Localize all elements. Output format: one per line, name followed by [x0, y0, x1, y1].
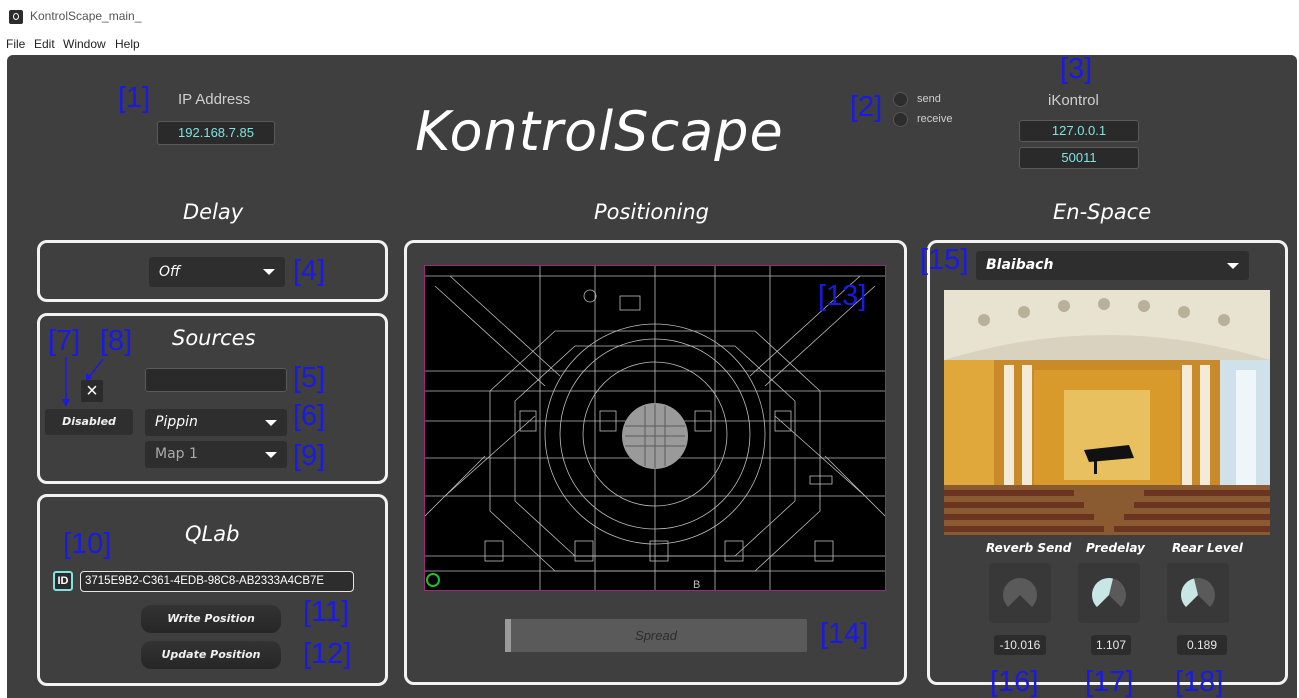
delay-selected: Off — [159, 264, 181, 280]
ip-address-label: IP Address — [178, 91, 251, 108]
close-icon[interactable]: × — [81, 380, 103, 402]
annotation-9: [9] — [293, 440, 326, 472]
disabled-toggle-button[interactable]: Disabled — [45, 409, 133, 435]
annotation-15: [15] — [920, 244, 969, 276]
map-selected: Map 1 — [155, 446, 198, 462]
annotation-5: [5] — [293, 362, 326, 394]
chevron-down-icon — [265, 451, 277, 458]
annotation-13: [13] — [818, 280, 867, 312]
ikontrol-label: iKontrol — [1048, 92, 1099, 109]
menu-window[interactable]: Window — [63, 37, 106, 51]
floor-plan-canvas[interactable]: B — [424, 265, 886, 591]
title-bar: KontrolScape_main_ — [0, 0, 1299, 32]
annotation-17: [17] — [1085, 666, 1134, 698]
ikontrol-ip-field[interactable]: 127.0.0.1 — [1019, 120, 1139, 142]
annotation-10: [10] — [63, 528, 112, 560]
rear-level-knob[interactable] — [1167, 563, 1229, 623]
space-selected: Blaibach — [986, 257, 1054, 273]
annotation-8: [8] — [100, 325, 133, 357]
menu-bar: File Edit Window Help — [0, 34, 1299, 54]
floor-plan-drawing: B — [425, 266, 885, 590]
annotation-1: [1] — [118, 82, 151, 114]
spread-label: Spread — [635, 628, 677, 643]
predelay-label: Predelay — [1086, 541, 1145, 555]
receive-radio[interactable] — [893, 112, 908, 127]
enspace-title: En-Space — [1053, 200, 1152, 224]
source-position-marker[interactable] — [426, 573, 440, 587]
predelay-knob[interactable] — [1078, 563, 1140, 623]
map-dropdown[interactable]: Map 1 — [145, 441, 287, 468]
qlab-title: QLab — [185, 522, 240, 546]
update-position-button[interactable]: Update Position — [141, 641, 281, 669]
annotation-3: [3] — [1060, 53, 1093, 85]
ikontrol-port-field[interactable]: 50011 — [1019, 147, 1139, 169]
source-selected: Pippin — [155, 414, 198, 430]
chevron-down-icon — [265, 419, 277, 426]
source-dropdown[interactable]: Pippin — [145, 409, 287, 436]
chevron-down-icon — [263, 269, 275, 275]
qlab-id-field[interactable]: 3715E9B2-C361-4EDB-98C8-AB2333A4CB7E — [80, 571, 354, 592]
space-dropdown[interactable]: Blaibach — [976, 251, 1249, 280]
positioning-title: Positioning — [594, 200, 709, 224]
menu-edit[interactable]: Edit — [34, 37, 55, 51]
spread-slider[interactable]: Spread — [505, 619, 807, 652]
write-position-button[interactable]: Write Position — [141, 605, 281, 633]
rear-level-label: Rear Level — [1172, 541, 1243, 555]
ip-address-field[interactable]: 192.168.7.85 — [157, 121, 275, 145]
app-icon — [9, 10, 23, 24]
plan-marker-text: B — [693, 579, 700, 590]
receive-label: receive — [917, 113, 953, 125]
window-title: KontrolScape_main_ — [30, 9, 142, 23]
annotation-2: [2] — [850, 91, 883, 123]
app-logo: KontrolScape — [415, 100, 784, 163]
space-preview-image — [944, 290, 1270, 535]
send-label: send — [917, 93, 941, 105]
annotation-4: [4] — [293, 255, 326, 287]
annotation-18: [18] — [1175, 666, 1224, 698]
reverb-send-label: Reverb Send — [986, 541, 1072, 555]
id-toggle[interactable]: ID — [53, 571, 73, 591]
annotation-16: [16] — [990, 666, 1039, 698]
annotation-14: [14] — [820, 618, 869, 650]
annotation-6: [6] — [293, 400, 326, 432]
annotation-11: [11] — [303, 596, 350, 628]
annotation-12: [12] — [303, 638, 352, 670]
menu-help[interactable]: Help — [115, 37, 140, 51]
reverb-send-knob[interactable] — [989, 563, 1051, 623]
send-radio[interactable] — [893, 92, 908, 107]
chevron-down-icon — [1227, 262, 1239, 269]
delay-dropdown[interactable]: Off — [149, 257, 285, 287]
menu-file[interactable]: File — [6, 37, 25, 51]
source-name-input[interactable] — [145, 368, 287, 392]
predelay-value[interactable]: 1.107 — [1091, 635, 1131, 655]
sources-title: Sources — [172, 326, 256, 350]
rear-level-value[interactable]: 0.189 — [1177, 635, 1227, 655]
delay-title: Delay — [183, 200, 244, 224]
annotation-7: [7] — [48, 325, 81, 357]
reverb-send-value[interactable]: -10.016 — [994, 635, 1046, 655]
